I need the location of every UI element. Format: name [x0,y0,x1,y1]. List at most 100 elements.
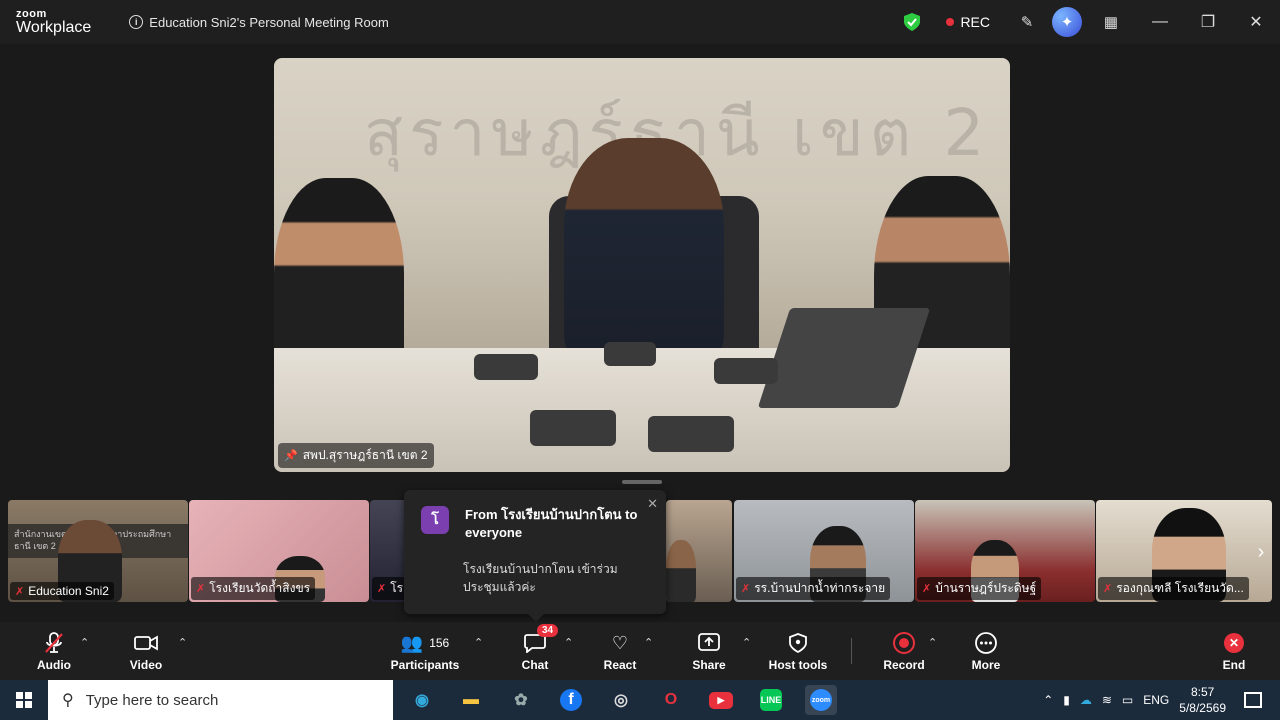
end-icon: ✕ [1224,630,1244,656]
participants-button[interactable]: 👥 156 Participants [390,622,460,680]
start-button[interactable] [0,680,48,720]
zoom-taskbar-icon[interactable]: zoom [805,685,837,715]
record-button[interactable]: Record [882,622,926,680]
facebook-icon[interactable]: f [555,685,587,715]
tile-name-tag: ✗ โรงเรียนวัดถ้ำสิงขร [191,577,316,600]
share-options-caret-icon[interactable]: ⌃ [742,636,751,649]
meeting-toolbar: Audio ⌃ Video ⌃ 👥 156 Participants ⌃ 34 … [0,622,1280,680]
participants-count: 156 [429,636,450,650]
title-bar: zoom Workplace i Education Sni2's Person… [0,0,1280,44]
tray-chevron-icon[interactable]: ⌃ [1043,693,1053,707]
file-explorer-icon[interactable]: ▬ [455,685,487,715]
taskbar-search[interactable]: ⚲ Type here to search [48,680,393,720]
resize-handle[interactable] [622,480,662,484]
mic-muted-icon: ✗ [741,583,751,595]
chat-notification[interactable]: โ From โรงเรียนบ้านปากโตน to everyone โร… [404,490,666,622]
chat-options-caret-icon[interactable]: ⌃ [564,636,573,649]
usb-icon[interactable]: ▮ [1063,693,1070,707]
tile-name-tag: ✗ รร.บ้านปากน้ำท่ากระจาย [736,577,891,600]
share-button[interactable]: Share [689,622,729,680]
microphone [530,410,616,446]
line-icon[interactable]: LINE [755,685,787,715]
microphone [474,354,538,380]
more-dots-icon [975,630,997,656]
host-tools-button[interactable]: Host tools [766,622,830,680]
system-tray: ⌃ ▮ ☁ ≋ ▭ ENG 8:57 5/8/2569 [1043,680,1280,720]
toolbar-divider [851,638,852,664]
gallery-tile[interactable]: ✗ บ้านราษฎร์ประดิษฐ์ [915,500,1095,602]
react-button[interactable]: ♡ React [600,622,640,680]
battery-icon[interactable]: ▭ [1122,693,1133,707]
minimize-button[interactable]: — [1136,0,1184,44]
mic-muted-icon: ✗ [377,583,387,595]
wifi-icon[interactable]: ≋ [1102,693,1112,707]
language-indicator[interactable]: ENG [1143,693,1169,707]
record-options-caret-icon[interactable]: ⌃ [928,636,937,649]
audio-options-caret-icon[interactable]: ⌃ [80,636,89,649]
tile-name-tag: ✗ รองกุณฑลี โรงเรียนวัด... [1098,577,1249,600]
video-button[interactable]: Video [126,622,166,680]
gallery-tile[interactable]: ✗ โรงเรียนวัดถ้ำสิงขร [189,500,369,602]
annotate-pen-icon[interactable]: ✎ [1016,11,1038,33]
microphone [604,342,656,366]
participants-options-caret-icon[interactable]: ⌃ [474,636,483,649]
recording-indicator[interactable]: REC [946,14,990,30]
chat-message: โรงเรียนบ้านปากโตน เข้าร่วมประชุมแล้วค่ะ [463,562,618,594]
participant-figure [666,540,696,602]
speaker-video[interactable]: สุราษฎร์ธานี เขต 2 📌 สพป.สุราษฎร์ธานี เข… [274,58,1010,472]
heart-icon: ♡ [611,632,629,653]
ai-companion-icon[interactable]: ✦ [1052,7,1082,37]
brand-small: zoom [16,7,47,20]
react-options-caret-icon[interactable]: ⌃ [644,636,653,649]
video-options-caret-icon[interactable]: ⌃ [178,636,187,649]
record-icon [893,630,915,656]
clock[interactable]: 8:57 5/8/2569 [1179,684,1226,716]
notification-icon[interactable] [1244,692,1262,708]
gallery-tile[interactable]: สำนักงานเขตพื้นที่การศึกษาประถมศึกษา ธาน… [8,500,188,602]
close-window-button[interactable]: ✕ [1232,0,1280,44]
audio-button[interactable]: Audio [34,622,74,680]
tile-name: บ้านราษฎร์ประดิษฐ์ [935,581,1037,595]
end-label: End [1222,658,1246,672]
gallery-next-arrow-icon[interactable]: › [1246,530,1276,574]
microphone [714,358,778,384]
sender-avatar: โ [421,506,449,534]
search-placeholder: Type here to search [85,691,219,709]
app-icon[interactable]: ✿ [505,685,537,715]
tile-name-tag: ✗ บ้านราษฎร์ประดิษฐ์ [917,577,1042,600]
restore-button[interactable]: ❐ [1184,0,1232,44]
info-icon[interactable]: i [129,15,144,29]
participants-icon: 👥 156 [400,632,450,653]
tile-name: รองกุณฑลี โรงเรียนวัด... [1116,581,1244,595]
record-label: Record [883,658,925,672]
edge-icon[interactable]: ◉ [406,685,438,715]
mic-muted-icon: ✗ [1103,583,1113,595]
gallery-tile[interactable] [666,500,732,602]
speaker-name-tag: 📌 สพป.สุราษฎร์ธานี เขต 2 [278,443,434,468]
chat-button[interactable]: 34 Chat [515,622,559,680]
end-meeting-button[interactable]: ✕ End [1214,622,1254,680]
video-camera-icon [134,630,158,656]
windows-logo-icon [16,692,32,708]
host-tools-label: Host tools [768,658,828,672]
windows-taskbar: ⚲ Type here to search ◉ ▬ ✿ f ◎ O ▶ LINE… [0,680,1280,720]
react-label: React [603,658,637,672]
obs-icon[interactable]: ◎ [605,685,637,715]
video-label: Video [129,658,163,672]
chat-sender: From โรงเรียนบ้านปากโตน to everyone [465,507,638,540]
tile-name: รร.บ้านปากน้ำท่ากระจาย [754,581,886,595]
encryption-shield-icon[interactable] [904,13,921,31]
youtube-icon[interactable]: ▶ [705,685,737,715]
center-speaker [564,138,724,358]
gallery-tile[interactable]: ✗ รร.บ้านปากน้ำท่ากระจาย [734,500,914,602]
view-grid-icon[interactable]: ▦ [1100,11,1122,33]
meeting-info[interactable]: i Education Sni2's Personal Meeting Room [129,15,389,30]
tile-name-tag: ✗ Education Sni2 [10,582,114,600]
more-button[interactable]: More [966,622,1006,680]
close-icon[interactable]: ✕ [647,496,658,512]
rec-label: REC [960,14,990,30]
onedrive-icon[interactable]: ☁ [1080,693,1092,707]
opera-icon[interactable]: O [655,685,687,715]
zoom-logo: zoom Workplace [16,7,91,36]
more-label: More [971,658,1001,672]
